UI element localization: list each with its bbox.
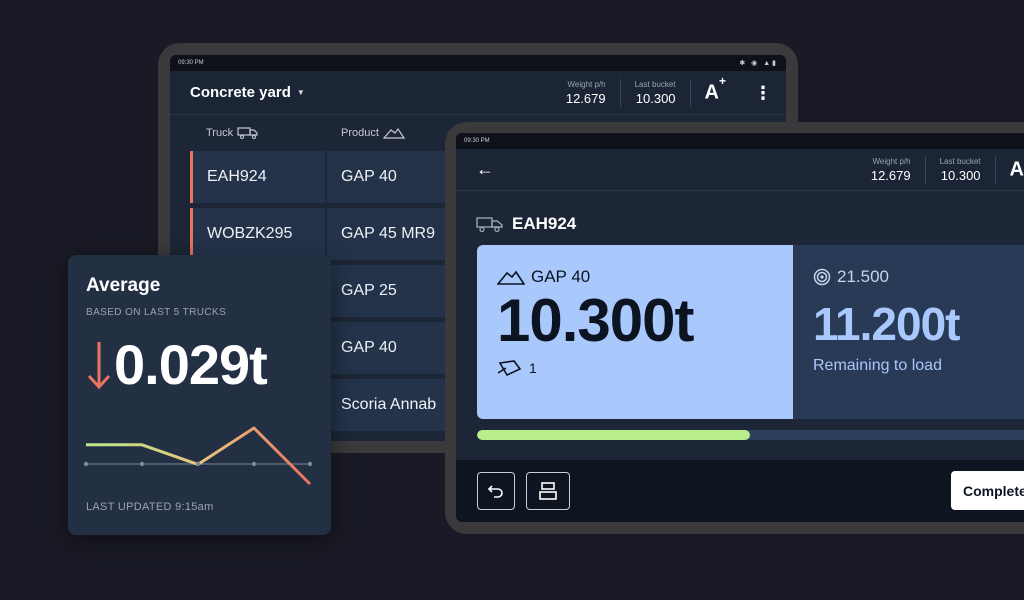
status-time: 09:30 PM	[464, 138, 490, 144]
weight-per-hour-value: 12.679	[565, 90, 606, 106]
product-row: GAP 40	[497, 267, 793, 287]
truck-cell: EAH924	[190, 151, 325, 203]
target-icon	[813, 268, 831, 286]
yard-title: Concrete yard	[190, 84, 291, 101]
bucket-count: 1	[529, 360, 537, 376]
average-title: Average	[86, 275, 161, 296]
truck-cell: WOBZK295	[190, 208, 325, 260]
sparkline-marker	[83, 461, 89, 467]
complete-button[interactable]: Complete	[951, 471, 1024, 510]
average-card: Average BASED ON LAST 5 TRUCKS 0.029t LA…	[68, 255, 331, 535]
undo-button[interactable]	[477, 472, 515, 510]
load-progress-fill	[477, 430, 750, 440]
target-weight: 21.500	[837, 267, 889, 286]
sparkline-marker	[139, 461, 145, 467]
status-icons: ✱ ◉ ▲▮	[739, 60, 778, 67]
caret-down-icon: ▼	[296, 88, 305, 97]
pile-icon	[497, 270, 525, 285]
average-subtitle: BASED ON LAST 5 TRUCKS	[86, 307, 227, 318]
truck-icon	[476, 216, 503, 232]
weight-per-hour-stat: Weight p/h 12.679	[857, 157, 925, 183]
truck-heading: EAH924	[456, 191, 1024, 241]
yard-selector[interactable]: Concrete yard ▼	[190, 84, 305, 101]
status-time: 09:30 PM	[178, 60, 204, 66]
bucket-icon	[497, 360, 522, 377]
last-updated-text: LAST UPDATED 9:15am	[86, 501, 214, 513]
sparkline-marker	[251, 461, 257, 467]
last-bucket-value: 10.300	[940, 167, 981, 183]
average-value: 0.029t	[114, 333, 268, 396]
app-bar: ← Weight p/h 12.679 Last bucket 10.300 A…	[456, 149, 1024, 191]
sparkline-marker	[195, 461, 201, 467]
trend-line	[86, 426, 312, 486]
last-bucket-stat: Last bucket 10.300	[926, 157, 995, 183]
target-row: 21.500	[813, 267, 1024, 287]
column-header-product[interactable]: Product	[341, 127, 405, 139]
weight-per-hour-label: Weight p/h	[567, 79, 606, 89]
load-progress-bar	[477, 430, 1024, 440]
foreground-tablet-screen: 09:30 PM ← Weight p/h 12.679 Last bucket…	[456, 133, 1024, 522]
column-header-truck[interactable]: Truck	[206, 127, 341, 139]
more-menu-icon[interactable]: ⋮	[740, 84, 772, 102]
product-name: GAP 40	[531, 267, 591, 286]
foreground-tablet: 09:30 PM ← Weight p/h 12.679 Last bucket…	[445, 122, 1024, 534]
truck-id: EAH924	[512, 213, 577, 233]
truck-icon	[237, 127, 258, 139]
split-view-icon	[539, 482, 557, 500]
back-arrow-icon[interactable]: ←	[476, 159, 494, 180]
bucket-count-row: 1	[497, 359, 793, 377]
brand-logo: A+	[1009, 151, 1024, 181]
last-bucket-stat: Last bucket 10.300	[621, 80, 690, 106]
weight-per-hour-value: 12.679	[870, 167, 911, 183]
trend-sparkline	[83, 426, 313, 486]
last-bucket-label: Last bucket	[939, 156, 981, 166]
undo-icon	[487, 485, 503, 498]
sparkline-marker	[307, 461, 313, 467]
loaded-weight: 10.300t	[497, 287, 695, 354]
brand-logo: A+	[704, 74, 726, 104]
status-bar: 09:30 PM	[456, 133, 1024, 149]
bottom-action-bar: Complete	[456, 460, 1024, 522]
weight-per-hour-label: Weight p/h	[872, 156, 911, 166]
pile-icon	[382, 127, 405, 139]
last-bucket-label: Last bucket	[634, 79, 676, 89]
arrow-down-icon	[87, 341, 111, 389]
status-bar: 09:30 PM ✱ ◉ ▲▮	[170, 55, 786, 71]
average-value-row: 0.029t	[86, 332, 313, 397]
loaded-panel: GAP 40 10.300t 1	[477, 245, 793, 419]
remaining-panel: 21.500 11.200t Remaining to load	[793, 245, 1024, 419]
remaining-weight: 11.200t	[813, 298, 960, 350]
app-bar: Concrete yard ▼ Weight p/h 12.679 Last b…	[170, 71, 786, 115]
weight-per-hour-stat: Weight p/h 12.679	[552, 80, 620, 106]
load-panels: GAP 40 10.300t 1 21.500 11.200t Remainin…	[477, 245, 1024, 419]
last-bucket-value: 10.300	[635, 90, 676, 106]
layout-toggle-button[interactable]	[526, 472, 570, 510]
remaining-label: Remaining to load	[813, 357, 942, 374]
